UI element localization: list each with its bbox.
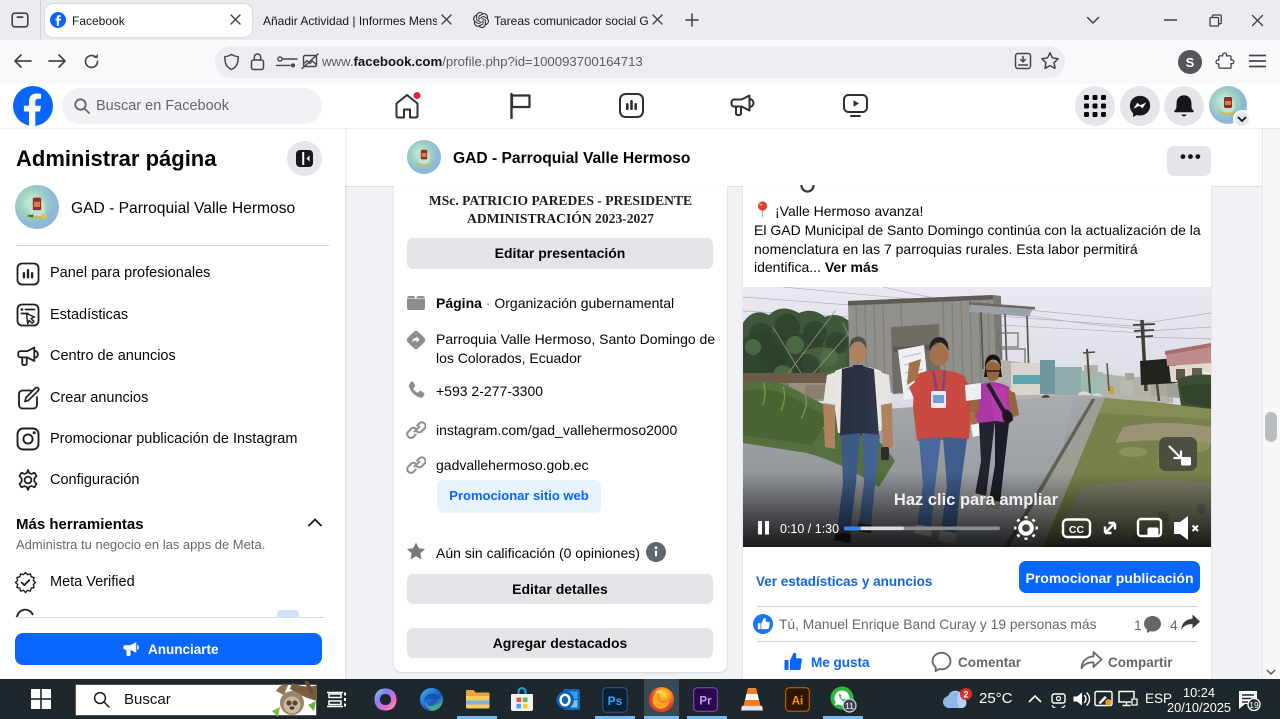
svg-text:Ps: Ps (608, 694, 623, 708)
svg-text:0:10 / 1:30: 0:10 / 1:30 (780, 522, 839, 536)
svg-text:19: 19 (1249, 700, 1259, 710)
svg-text:Pr: Pr (699, 696, 712, 708)
svg-text:2: 2 (963, 690, 968, 700)
svg-text:CC: CC (1069, 524, 1085, 536)
svg-text:11: 11 (845, 701, 854, 711)
svg-text:S: S (1186, 55, 1195, 70)
svg-text:Ai: Ai (792, 696, 804, 708)
svg-text:Haz clic para ampliar: Haz clic para ampliar (894, 491, 1059, 509)
